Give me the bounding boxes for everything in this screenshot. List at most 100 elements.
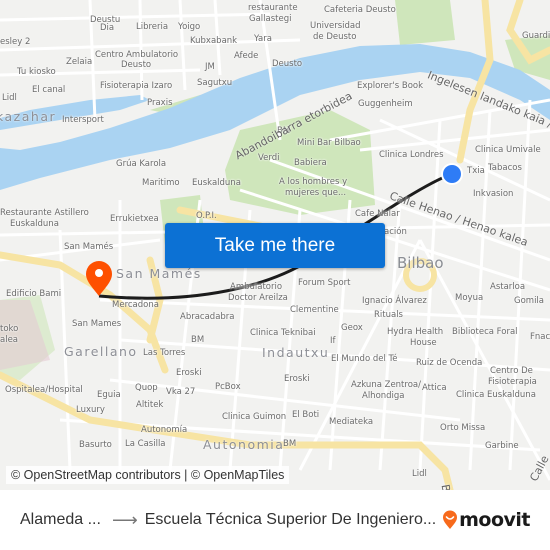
- poi-label[interactable]: Clinica Umivale: [475, 146, 541, 155]
- poi-label[interactable]: Hydra Health: [387, 328, 443, 337]
- poi-label[interactable]: Kubxabank: [190, 37, 237, 46]
- poi-label[interactable]: Euskalduna: [10, 220, 59, 229]
- poi-label[interactable]: Clinica Euskalduna: [456, 391, 536, 400]
- poi-label[interactable]: Praxis: [147, 99, 173, 108]
- poi-label[interactable]: Guggenheim: [358, 100, 413, 109]
- poi-label[interactable]: alea: [0, 336, 18, 345]
- poi-label[interactable]: Deusto: [121, 61, 151, 70]
- poi-label[interactable]: Doctor Areilza: [228, 294, 288, 303]
- poi-label[interactable]: Centro Ambulatorio: [95, 51, 178, 60]
- poi-label[interactable]: Restaurante Astillero: [0, 209, 89, 218]
- poi-label[interactable]: Mediateka: [329, 418, 373, 427]
- poi-label[interactable]: Yoigo: [178, 23, 200, 32]
- poi-label[interactable]: Clinica Londres: [379, 151, 444, 160]
- poi-label[interactable]: Clinica Guimon: [222, 413, 286, 422]
- poi-label[interactable]: Astarloa: [490, 283, 525, 292]
- poi-label[interactable]: Ignacio Álvarez: [362, 297, 427, 306]
- take-me-there-button[interactable]: Take me there: [165, 223, 385, 268]
- poi-label[interactable]: El Boti: [292, 411, 319, 420]
- poi-label[interactable]: La Casilla: [125, 440, 166, 449]
- poi-label[interactable]: Altitek: [136, 401, 163, 410]
- poi-label[interactable]: Attica: [422, 384, 447, 393]
- poi-label[interactable]: Alhondiga: [362, 392, 405, 401]
- poi-label[interactable]: Ospitalea/Hospital: [5, 386, 83, 395]
- poi-label[interactable]: O.P.I.: [196, 212, 217, 221]
- poi-label[interactable]: Moyua: [455, 294, 483, 303]
- poi-label[interactable]: Errukietxea: [110, 215, 159, 224]
- poi-label[interactable]: Afede: [234, 52, 258, 61]
- poi-label[interactable]: Fisioterapia: [488, 378, 537, 387]
- poi-label[interactable]: Lidl: [412, 470, 427, 479]
- moovit-logo[interactable]: moovit: [442, 509, 530, 531]
- poi-label[interactable]: PcBox: [215, 383, 241, 392]
- poi-label[interactable]: Abracadabra: [180, 313, 235, 322]
- poi-label[interactable]: Explorer's Book: [357, 82, 423, 91]
- poi-label[interactable]: Guardi: [522, 32, 550, 41]
- poi-label[interactable]: El Mundo del Té: [331, 355, 398, 364]
- poi-label[interactable]: House: [410, 339, 437, 348]
- map-view[interactable]: Deustu Dia Libreria Yoigo restaurante Gallast…: [0, 0, 550, 490]
- poi-label[interactable]: Txia: [467, 167, 485, 176]
- poi-label[interactable]: Verdi: [258, 154, 280, 163]
- poi-label[interactable]: Fnac: [530, 333, 550, 342]
- poi-label[interactable]: Quop: [135, 384, 158, 393]
- poi-label[interactable]: Luxury: [76, 406, 105, 415]
- poi-label[interactable]: Azkuna Zentroa/: [351, 381, 421, 390]
- poi-label[interactable]: BM: [191, 336, 204, 345]
- poi-label[interactable]: San Mamés: [64, 243, 113, 252]
- poi-label[interactable]: Libreria: [136, 23, 168, 32]
- poi-label[interactable]: Ambulatorio: [230, 283, 282, 292]
- map-attribution[interactable]: © OpenStreetMap contributors | © OpenMap…: [6, 466, 290, 484]
- poi-label[interactable]: Gallastegi: [249, 15, 291, 24]
- poi-label[interactable]: BM: [283, 440, 296, 449]
- poi-label[interactable]: Inkvasion: [473, 190, 513, 199]
- poi-label[interactable]: Fisioterapia Izaro: [100, 82, 172, 91]
- poi-label[interactable]: Mercadona: [112, 301, 159, 310]
- poi-label[interactable]: A los hombres y: [279, 178, 347, 187]
- poi-label[interactable]: Universidad: [310, 22, 361, 31]
- poi-label[interactable]: El canal: [32, 86, 65, 95]
- poi-label[interactable]: Las Torres: [143, 349, 185, 358]
- poi-label[interactable]: Babiera: [294, 159, 327, 168]
- poi-label[interactable]: Rituals: [374, 311, 403, 320]
- poi-label[interactable]: Clementine: [290, 306, 339, 315]
- poi-label[interactable]: Deusto: [272, 60, 302, 69]
- poi-label[interactable]: Mini Bar Bilbao: [297, 139, 361, 148]
- poi-label[interactable]: San Mames: [72, 320, 121, 329]
- poi-label[interactable]: Grúa Karola: [116, 160, 166, 169]
- poi-label[interactable]: ación: [384, 228, 407, 237]
- poi-label[interactable]: If: [330, 337, 336, 346]
- poi-label[interactable]: restaurante: [248, 4, 298, 13]
- poi-label[interactable]: Yara: [254, 35, 272, 44]
- poi-label[interactable]: Cafeteria Deusto: [324, 6, 396, 15]
- poi-label[interactable]: Euskalduna: [192, 179, 241, 188]
- poi-label[interactable]: Basurto: [79, 441, 112, 450]
- poi-label[interactable]: Geox: [341, 324, 363, 333]
- poi-label[interactable]: Zelaia: [66, 58, 92, 67]
- poi-label[interactable]: Eroski: [284, 375, 310, 384]
- poi-label[interactable]: Tabacos: [488, 164, 522, 173]
- poi-label[interactable]: mujeres que...: [285, 189, 346, 198]
- poi-label[interactable]: Tu kiosko: [17, 68, 56, 77]
- poi-label[interactable]: Clinica Teknibai: [250, 329, 316, 338]
- poi-label[interactable]: Eroski: [176, 369, 202, 378]
- poi-label[interactable]: Centro De: [490, 367, 533, 376]
- poi-label[interactable]: Forum Sport: [298, 279, 350, 288]
- poi-label[interactable]: Sagutxu: [197, 79, 232, 88]
- poi-label[interactable]: toko: [0, 325, 18, 334]
- poi-label[interactable]: Eguia: [97, 391, 121, 400]
- poi-label[interactable]: Intersport: [62, 116, 104, 125]
- poi-label[interactable]: Gomila: [514, 297, 544, 306]
- poi-label[interactable]: Biblioteca Foral: [452, 328, 518, 337]
- poi-label[interactable]: Garbine: [485, 442, 519, 451]
- poi-label[interactable]: Edificio Bami: [6, 290, 61, 299]
- poi-label[interactable]: Autonomía: [141, 426, 187, 435]
- poi-label[interactable]: Lidl: [2, 94, 17, 103]
- poi-label[interactable]: Cafe Nalar: [355, 210, 400, 219]
- poi-label[interactable]: Dia: [100, 24, 114, 33]
- poi-label[interactable]: de Deusto: [313, 33, 356, 42]
- poi-label[interactable]: Maritimo: [142, 179, 180, 188]
- poi-label[interactable]: JM: [205, 63, 215, 72]
- poi-label[interactable]: Orto Missa: [440, 424, 485, 433]
- poi-label[interactable]: esley 2: [0, 38, 30, 47]
